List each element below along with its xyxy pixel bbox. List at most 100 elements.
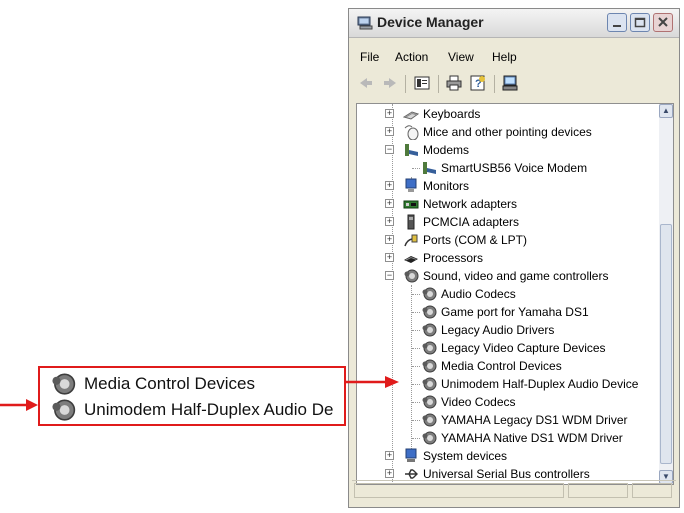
status-pane [568, 483, 628, 498]
processor-icon [404, 256, 418, 263]
status-pane [632, 483, 672, 498]
tree-item-game-port-yamaha[interactable]: Game port for Yamaha DS1 [421, 303, 589, 321]
tree-line [412, 330, 420, 331]
tree-item-processors[interactable]: + Processors [385, 249, 483, 267]
tree-item-modems[interactable]: − Modems [385, 141, 469, 159]
tree-line [412, 402, 420, 403]
tree-item-system-devices[interactable]: + System devices [385, 447, 507, 465]
keyboard-icon [403, 111, 419, 120]
callout-item-media-control: Media Control Devices [50, 371, 255, 397]
network-adapter-icon [403, 200, 419, 209]
help-icon[interactable]: ? [469, 74, 487, 92]
tree-item-monitors[interactable]: + Monitors [385, 177, 469, 195]
tree-line [412, 294, 420, 295]
tree-item-network-adapters[interactable]: + Network adapters [385, 195, 517, 213]
speaker-icon [404, 269, 419, 283]
menu-bar: File Action View Help [349, 47, 679, 67]
speaker-icon [422, 359, 437, 373]
speaker-icon [422, 413, 437, 427]
tree-line [411, 285, 412, 449]
tree-item-ports[interactable]: + Ports (COM & LPT) [385, 231, 527, 249]
port-icon [404, 234, 418, 247]
device-tree-panel: + Keyboards + Mice and other pointing de… [356, 103, 674, 485]
minimize-icon [613, 25, 621, 27]
tree-item-smartusb56[interactable]: SmartUSB56 Voice Modem [421, 159, 587, 177]
expand-button[interactable]: + [385, 235, 394, 244]
tree-item-pcmcia[interactable]: + PCMCIA adapters [385, 213, 519, 231]
toolbar: ? [349, 71, 679, 97]
minimize-button[interactable] [607, 13, 627, 32]
collapse-button[interactable]: − [385, 145, 394, 154]
scroll-up-button[interactable]: ▲ [659, 104, 673, 118]
toolbar-separator [494, 75, 495, 93]
callout-item-unimodem: Unimodem Half-Duplex Audio De [50, 397, 333, 423]
speaker-icon [422, 377, 437, 391]
tree-line [412, 312, 420, 313]
tree-item-sound-video-game[interactable]: − Sound, video and game controllers [385, 267, 608, 285]
toolbar-separator [405, 75, 406, 93]
expand-button[interactable]: + [385, 253, 394, 262]
menu-help[interactable]: Help [492, 50, 517, 64]
speaker-icon [422, 431, 437, 445]
speaker-icon [422, 287, 437, 301]
expand-button[interactable]: + [385, 217, 394, 226]
pcmcia-icon [407, 214, 415, 230]
monitor-icon [405, 178, 417, 192]
speaker-icon [422, 305, 437, 319]
tree-item-yamaha-native-ds1[interactable]: YAMAHA Native DS1 WDM Driver [421, 429, 623, 447]
right-arrow-icon [345, 376, 399, 388]
title-bar[interactable]: Device Manager [349, 9, 679, 38]
tree-item-legacy-audio-drivers[interactable]: Legacy Audio Drivers [421, 321, 554, 339]
scroll-thumb[interactable] [660, 224, 672, 464]
speaker-icon [52, 373, 76, 395]
tree-item-mice[interactable]: + Mice and other pointing devices [385, 123, 592, 141]
status-bar [352, 480, 676, 501]
speaker-icon [422, 341, 437, 355]
device-manager-icon [357, 16, 373, 30]
expand-button[interactable]: + [385, 181, 394, 190]
speaker-icon [422, 323, 437, 337]
device-manager-window: Device Manager File Action View Help ? +… [348, 8, 680, 508]
close-icon [658, 17, 668, 27]
tree-item-keyboards[interactable]: + Keyboards [385, 105, 480, 123]
expand-button[interactable]: + [385, 109, 394, 118]
expand-button[interactable]: + [385, 451, 394, 460]
modem-icon [405, 144, 418, 156]
properties-icon[interactable] [413, 74, 431, 92]
tree-line [412, 348, 420, 349]
expand-button[interactable]: + [385, 199, 394, 208]
back-icon[interactable] [357, 74, 375, 92]
left-arrow-icon [0, 399, 38, 411]
toolbar-separator [438, 75, 439, 93]
expand-button[interactable]: + [385, 469, 394, 478]
forward-icon[interactable] [381, 74, 399, 92]
tree-item-unimodem-half-duplex[interactable]: Unimodem Half-Duplex Audio Device [421, 375, 638, 393]
menu-view[interactable]: View [448, 50, 474, 64]
print-icon[interactable] [445, 74, 463, 92]
maximize-icon [634, 17, 646, 28]
tree-item-audio-codecs[interactable]: Audio Codecs [421, 285, 516, 303]
tree-line [412, 366, 420, 367]
mouse-icon [404, 125, 419, 140]
tree-item-video-codecs[interactable]: Video Codecs [421, 393, 516, 411]
close-button[interactable] [653, 13, 673, 32]
maximize-button[interactable] [630, 13, 650, 32]
zoom-callout: Media Control Devices Unimodem Half-Dupl… [38, 366, 346, 426]
computer-icon[interactable] [501, 74, 519, 92]
status-pane [354, 483, 564, 498]
tree-line [412, 384, 420, 385]
device-tree: + Keyboards + Mice and other pointing de… [357, 104, 661, 484]
tree-item-media-control-devices[interactable]: Media Control Devices [421, 357, 562, 375]
menu-file[interactable]: File [360, 50, 379, 64]
menu-action[interactable]: Action [395, 50, 428, 64]
vertical-scrollbar[interactable]: ▲ ▼ [659, 104, 673, 484]
tree-item-legacy-video-capture[interactable]: Legacy Video Capture Devices [421, 339, 606, 357]
speaker-icon [422, 395, 437, 409]
tree-line [412, 168, 420, 169]
collapse-button[interactable]: − [385, 271, 394, 280]
speaker-icon [52, 399, 76, 421]
modem-icon [423, 162, 436, 174]
tree-line [412, 438, 420, 439]
expand-button[interactable]: + [385, 127, 394, 136]
tree-item-yamaha-legacy-ds1[interactable]: YAMAHA Legacy DS1 WDM Driver [421, 411, 628, 429]
